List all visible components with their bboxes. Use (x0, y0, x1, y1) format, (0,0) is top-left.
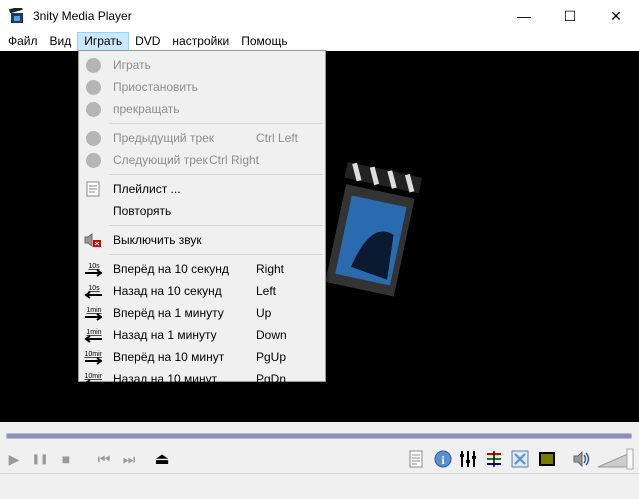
info-icon[interactable]: i (433, 449, 453, 469)
menu-item-label: Предыдущий трек (113, 131, 215, 145)
menu-item-shortcut: PgDn (256, 372, 287, 386)
disabled-dot-icon (84, 152, 102, 168)
menu-item-label: Вперёд на 10 секунд (113, 262, 229, 276)
menu-item[interactable]: 1min Вперёд на 1 минуту Up (79, 302, 325, 324)
menu-item-label: Назад на 1 минуту (113, 328, 217, 342)
window-title: 3nity Media Player (33, 9, 132, 23)
svg-text:10min: 10min (84, 373, 102, 380)
pause-button[interactable]: ❚❚ (30, 449, 50, 469)
menu-separator (109, 123, 323, 124)
seek-bar[interactable] (6, 433, 632, 439)
app-clapper-icon (9, 8, 23, 23)
disabled-dot-icon (84, 57, 102, 73)
video-window-icon[interactable] (537, 449, 557, 469)
next-track-button[interactable]: ⏭ (119, 449, 139, 469)
menu-item-shortcut: Down (256, 328, 287, 342)
stop-button[interactable]: ■ (56, 449, 76, 469)
disabled-dot-icon (84, 79, 102, 95)
menu-item[interactable]: прекращать (79, 98, 325, 120)
menu-item-shortcut: Ctrl Right (209, 153, 260, 167)
menu-item-label: Приостановить (113, 80, 198, 94)
menu-help[interactable]: Помощь (235, 32, 293, 51)
menu-play[interactable]: Играть (77, 32, 130, 51)
playlist-icon[interactable] (406, 449, 426, 469)
menu-separator (109, 225, 323, 226)
menu-item[interactable]: Предыдущий трек Ctrl Left (79, 127, 325, 149)
svg-text:1min: 1min (86, 329, 101, 336)
menu-item[interactable]: 10s Назад на 10 секунд Left (79, 280, 325, 302)
menu-item-shortcut: Ctrl Left (256, 131, 299, 145)
menu-file[interactable]: Файл (2, 32, 44, 51)
menu-dvd[interactable]: DVD (129, 32, 166, 51)
menu-item[interactable]: 10min Назад на 10 минут PgDn (79, 368, 325, 390)
menu-item-label: Вперёд на 10 минут (113, 350, 225, 364)
previous-track-button[interactable]: ⏮ (94, 449, 114, 469)
menu-item[interactable]: Выключить звук (79, 229, 325, 251)
menu-item[interactable]: 10s Вперёд на 10 секунд Right (79, 258, 325, 280)
menu-item-label: Следующий трек (113, 153, 208, 167)
disabled-dot-icon (84, 101, 102, 117)
volume-icon[interactable] (571, 449, 591, 469)
control-bar: ▶ ❚❚ ■ ⏮ ⏭ ⏏ i (0, 447, 639, 471)
forward-1min-icon: 1min (84, 305, 102, 321)
disabled-dot-icon (84, 130, 102, 146)
menu-item-label: Вперёд на 1 минуту (113, 306, 224, 320)
clapperboard-logo (325, 161, 423, 297)
menu-item-shortcut: Up (256, 306, 272, 320)
equalizer-icon[interactable] (458, 449, 478, 469)
close-button[interactable]: ✕ (593, 0, 639, 32)
menu-view[interactable]: Вид (44, 32, 78, 51)
minimize-button[interactable]: — (501, 0, 547, 32)
menu-item[interactable]: Плейлист ... (79, 178, 325, 200)
menu-item-label: Назад на 10 секунд (113, 284, 222, 298)
eject-button[interactable]: ⏏ (152, 449, 172, 469)
menu-item-label: Играть (113, 58, 151, 72)
fullscreen-icon[interactable] (510, 449, 530, 469)
menu-item[interactable]: Следующий трек Ctrl Right (79, 149, 325, 171)
menu-item-label: Выключить звук (113, 233, 202, 247)
svg-text:1min: 1min (86, 307, 101, 314)
menu-separator (109, 174, 323, 175)
menu-item[interactable]: Приостановить (79, 76, 325, 98)
back-10s-icon: 10s (84, 283, 102, 299)
menu-item-shortcut: Left (256, 284, 277, 298)
menu-item-shortcut: Right (256, 262, 285, 276)
menu-bar: Файл Вид Играть DVD настройки Помощь (0, 32, 639, 51)
svg-text:10s: 10s (88, 285, 100, 292)
menu-item-label: Повторять (113, 204, 172, 218)
menu-item-label: Назад на 10 минут (113, 372, 218, 386)
forward-10s-icon: 10s (84, 261, 102, 277)
menu-item[interactable]: 1min Назад на 1 минуту Down (79, 324, 325, 346)
back-10min-icon: 10min (84, 371, 102, 387)
blank-icon (84, 203, 102, 219)
play-button[interactable]: ▶ (4, 449, 24, 469)
play-dropdown-menu: Играть Приостановить прекращать Предыдущий … (78, 50, 326, 387)
svg-text:10s: 10s (88, 263, 100, 270)
menu-item[interactable]: 10min Вперёд на 10 минут PgUp (79, 346, 325, 368)
menu-settings[interactable]: настройки (166, 32, 235, 51)
back-1min-icon: 1min (84, 327, 102, 343)
playlist-icon (84, 181, 102, 197)
color-settings-icon[interactable] (484, 449, 504, 469)
mute-icon (84, 232, 102, 248)
forward-10min-icon: 10min (84, 349, 102, 365)
maximize-button[interactable]: ☐ (547, 0, 593, 32)
menu-item[interactable]: Повторять (79, 200, 325, 222)
svg-text:10min: 10min (84, 351, 102, 358)
menu-item-label: прекращать (113, 102, 180, 116)
volume-slider[interactable] (596, 447, 636, 471)
menu-item-shortcut: PgUp (256, 350, 287, 364)
title-bar: 3nity Media Player — ☐ ✕ (0, 0, 639, 32)
menu-separator (109, 254, 323, 255)
menu-item-label: Плейлист ... (113, 182, 181, 196)
status-bar (0, 473, 639, 499)
menu-item[interactable]: Играть (79, 54, 325, 76)
